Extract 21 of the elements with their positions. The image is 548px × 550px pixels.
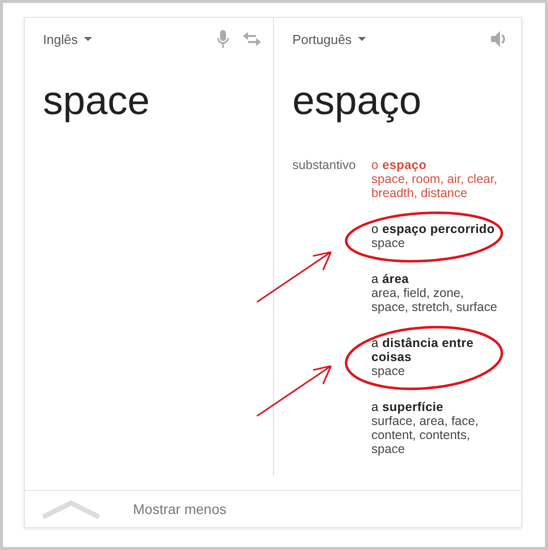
part-of-speech: substantivo bbox=[292, 158, 357, 172]
dropdown-caret-icon bbox=[84, 37, 92, 41]
swap-icon[interactable] bbox=[243, 32, 262, 46]
source-text: space bbox=[43, 78, 151, 125]
show-less-button[interactable]: Mostrar menos bbox=[133, 501, 226, 517]
translations-text: surface, area, face, content, contents, space bbox=[371, 414, 480, 456]
chevron-up-icon[interactable] bbox=[41, 499, 101, 519]
translations-text: space bbox=[371, 236, 406, 250]
microphone-icon[interactable] bbox=[217, 30, 230, 48]
translations-text: space bbox=[371, 364, 406, 378]
dictionary-term: a distância entre coisas bbox=[371, 336, 474, 364]
translations-text: space, room, air, clear, breadth, distance bbox=[371, 172, 498, 200]
dictionary-term: a área bbox=[371, 272, 410, 286]
translated-text: espaço bbox=[292, 78, 422, 125]
source-language-button[interactable]: Inglês bbox=[43, 32, 92, 46]
dictionary-term: a superfície bbox=[371, 400, 444, 414]
dictionary-term: o espaço bbox=[371, 158, 428, 172]
dropdown-caret-icon bbox=[358, 37, 366, 41]
translations-text: area, field, zone, space, stretch, surface bbox=[371, 286, 498, 314]
target-language-button[interactable]: Português bbox=[292, 32, 366, 46]
dictionary-term: o espaço percorrido bbox=[371, 222, 496, 236]
